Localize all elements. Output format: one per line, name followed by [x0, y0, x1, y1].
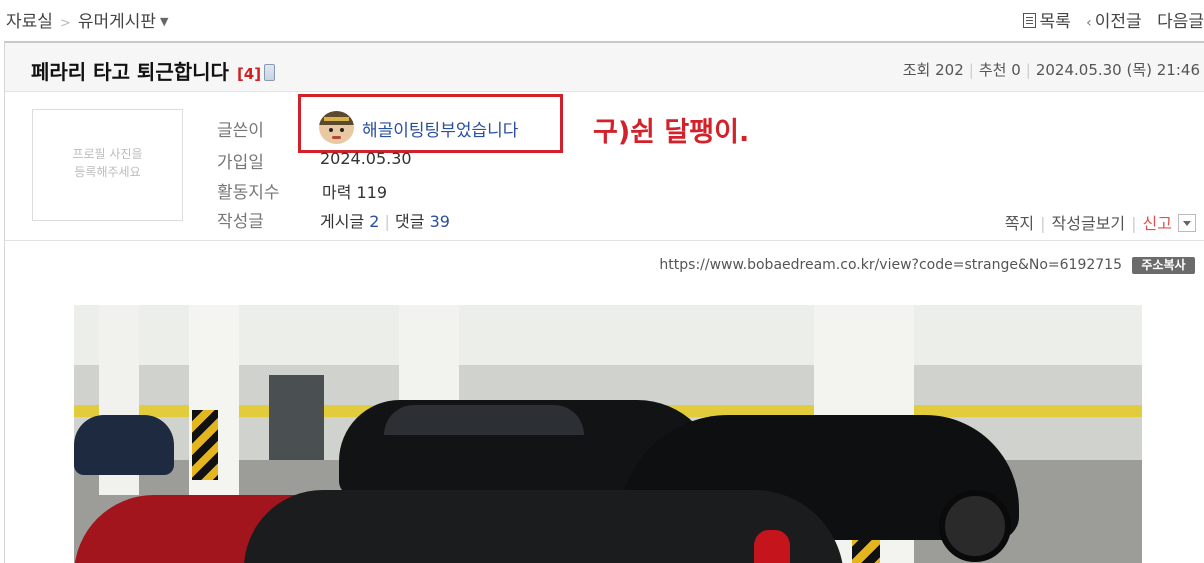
divider	[5, 240, 1204, 241]
breadcrumb: 자료실 > 유머게시판 ▼	[6, 7, 169, 32]
breadcrumb-separator: >	[59, 16, 71, 31]
annotation-text: 구)쉰 달팽이.	[593, 117, 750, 148]
avatar[interactable]	[319, 111, 354, 144]
report-button[interactable]: 신고	[1143, 214, 1172, 233]
post-title: 페라리 타고 퇴근합니다 [4]	[31, 56, 276, 85]
chevron-left-icon: ‹	[1086, 15, 1092, 31]
activity-score: 마력 119	[322, 179, 387, 203]
recommend-count: 0	[1011, 61, 1021, 79]
prev-post-button[interactable]: ‹ 이전글	[1086, 12, 1142, 32]
post-counts: 게시글 2 | 댓글 39	[320, 212, 450, 231]
post-url: https://www.bobaedream.co.kr/view?code=s…	[659, 257, 1122, 273]
caret-down-icon[interactable]	[1178, 214, 1196, 232]
profile-placeholder-line1: 프로필 사진을	[72, 147, 143, 161]
top-navigation: 목록 ‹ 이전글 다음글	[1013, 7, 1204, 32]
comments-count[interactable]: 39	[430, 212, 450, 231]
breadcrumb-home[interactable]: 자료실	[6, 12, 53, 32]
joined-date: 2024.05.30	[320, 149, 412, 168]
post-datetime: 2024.05.30 (목) 21:46	[1035, 61, 1200, 79]
author-actions: 쪽지 | 작성글보기 | 신고	[1005, 210, 1196, 234]
posts-label: 작성글	[217, 212, 264, 232]
list-icon	[1023, 13, 1037, 28]
comment-count[interactable]: [4]	[237, 65, 261, 83]
next-post-button[interactable]: 다음글	[1157, 12, 1204, 32]
views-label: 조회	[902, 61, 931, 79]
view-posts-button[interactable]: 작성글보기	[1052, 214, 1126, 233]
post-meta: 조회 202 | 추천 0 | 2024.05.30 (목) 21:46	[902, 61, 1200, 79]
prev-label: 이전글	[1094, 12, 1142, 32]
comments-name: 댓글	[395, 212, 425, 231]
list-label: 목록	[1039, 12, 1071, 32]
post-image	[74, 305, 1142, 563]
recommend-label: 추천	[978, 61, 1007, 79]
activity-name: 마력	[322, 183, 352, 202]
posts-name: 게시글	[320, 212, 365, 231]
message-button[interactable]: 쪽지	[1005, 214, 1034, 233]
breadcrumb-board[interactable]: 유머게시판	[78, 12, 156, 32]
activity-label: 활동지수	[217, 183, 280, 203]
activity-value: 119	[356, 183, 388, 202]
author-nickname[interactable]: 해골이팅팅부었습니다	[362, 116, 518, 141]
posts-count[interactable]: 2	[369, 212, 379, 231]
profile-placeholder-line2: 등록해주세요	[74, 165, 141, 179]
joined-label: 가입일	[217, 153, 264, 173]
views-count: 202	[935, 61, 964, 79]
list-button[interactable]: 목록	[1023, 12, 1071, 32]
post-title-text: 페라리 타고 퇴근합니다	[31, 60, 229, 84]
caret-down-icon[interactable]: ▼	[160, 15, 168, 28]
profile-placeholder-text: 프로필 사진을 등록해주세요	[32, 145, 183, 181]
writer-label: 글쓴이	[217, 121, 264, 141]
mobile-icon	[264, 64, 276, 81]
copy-url-button[interactable]: 주소복사	[1132, 257, 1195, 274]
